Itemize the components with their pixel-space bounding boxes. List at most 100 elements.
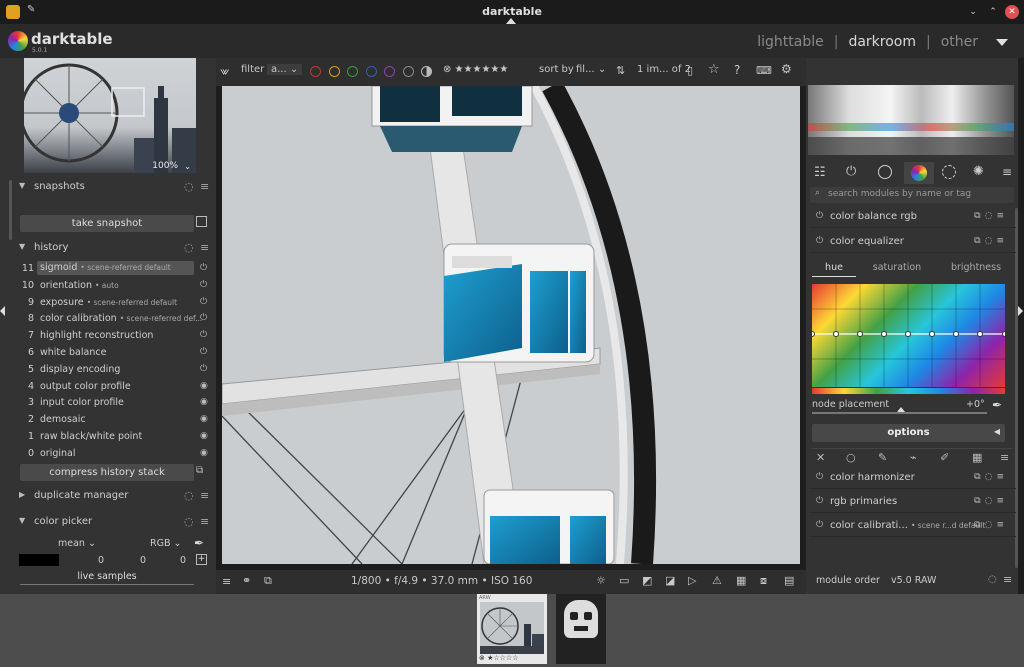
maximize-icon[interactable]: ⌃ [986, 5, 1000, 19]
tab-brightness[interactable]: brightness [940, 262, 1012, 273]
reset-icon[interactable]: ◌ [184, 489, 194, 502]
history-header[interactable]: ▼ history ◌ ≡ [12, 239, 212, 257]
histogram[interactable] [808, 85, 1014, 155]
main-image-canvas[interactable] [222, 86, 800, 564]
history-item[interactable]: 5 display encoding ⏻ [14, 362, 210, 378]
module-header[interactable]: ⏻ color equalizer ⧉◌≡ [810, 231, 1016, 253]
view-dropdown-icon[interactable] [996, 39, 1008, 46]
color-label-filter-icon[interactable] [402, 66, 414, 77]
sort-order-icon[interactable]: ⇅ [616, 64, 625, 77]
zoom-level[interactable]: 100% [152, 161, 178, 171]
tools-close-icon[interactable]: ✕ [816, 451, 825, 464]
right-edge-arrow[interactable] [1018, 306, 1023, 316]
module-header[interactable]: ⏻ color balance rgb ⧉◌≡ [810, 206, 1016, 228]
color-picker-header[interactable]: ▼ color picker ◌ ≡ [12, 513, 212, 531]
module-power-icon[interactable]: ⏻ [816, 211, 823, 221]
clipping-icon[interactable]: ◪ [665, 574, 675, 587]
module-actions-icons[interactable]: ⧉◌≡ [974, 472, 1008, 482]
view-lighttable[interactable]: lighttable [757, 34, 824, 50]
eyedropper-icon[interactable]: ✒ [992, 398, 1002, 412]
quick-access-icon[interactable]: ☷ [814, 165, 826, 180]
tools-menu-icon[interactable]: ≡ [1000, 451, 1009, 464]
module-header[interactable]: ⏻ color calibrati... • scene r...d defaul… [810, 515, 1016, 537]
module-power-icon[interactable]: ⏻ [816, 236, 823, 246]
zoom-dropdown-icon[interactable]: ⌄ [184, 162, 191, 171]
filter-icon[interactable]: ⩖ [220, 64, 229, 79]
reset-icon[interactable]: ◌ [184, 180, 194, 193]
history-item[interactable]: 7 highlight reconstruction ⏻ [14, 328, 210, 344]
module-power-icon[interactable]: ⏻ [816, 472, 823, 482]
history-item[interactable]: 1 raw black/white point ◉ [14, 429, 210, 445]
presets-menu-icon[interactable]: ≡ [200, 515, 209, 528]
tab-hue[interactable]: hue [812, 262, 856, 277]
navigation-thumbnail[interactable]: 100% ⌄ [24, 58, 196, 173]
module-actions-icons[interactable]: ⧉◌≡ [974, 520, 1008, 530]
warning-icon[interactable]: ⚠ [712, 574, 722, 587]
base-group-icon[interactable] [878, 165, 892, 179]
path-icon[interactable]: ⌁ [910, 451, 917, 464]
history-item[interactable]: 4 output color profile ◉ [14, 379, 210, 395]
module-actions-icons[interactable]: ⧉◌≡ [974, 236, 1008, 246]
keyboard-icon[interactable]: ⌨ [756, 64, 772, 77]
order-menu-icon[interactable]: ≡ [1003, 573, 1012, 586]
eyedropper-icon[interactable]: ✒ [194, 536, 204, 550]
picker-mode-select[interactable]: mean ⌄ [58, 538, 96, 549]
comment-icon[interactable]: ▤ [784, 574, 794, 587]
collapse-toolbar-icon[interactable]: ▯ [687, 64, 693, 77]
reset-order-icon[interactable]: ◌ [988, 574, 997, 585]
view-other[interactable]: other [941, 34, 978, 50]
star-icon[interactable]: ☆ [708, 62, 720, 77]
module-header[interactable]: ⏻ color harmonizer ⧉◌≡ [810, 467, 1016, 489]
history-item[interactable]: 10 orientation • auto ⏻ [14, 278, 210, 294]
add-sample-icon[interactable]: + [196, 554, 207, 565]
thumb-rating-stars[interactable]: ⊗ ★☆☆☆☆ [479, 654, 518, 662]
create-style-icon[interactable]: ⧉ [196, 465, 203, 476]
hue-curve-graph[interactable] [812, 284, 1005, 387]
presets-icon[interactable]: ⚭ [242, 574, 251, 587]
gamut-check-icon[interactable]: ◩ [642, 574, 652, 587]
mosaic-icon[interactable]: ▦ [972, 451, 982, 464]
presets-menu-icon[interactable]: ≡ [200, 241, 209, 254]
brush-icon[interactable]: ✎ [878, 451, 887, 464]
filmstrip-thumb-active[interactable]: ARW ⊗ ★☆☆☆☆ [477, 594, 547, 664]
quick-access-menu-icon[interactable]: ≡ [222, 575, 231, 588]
second-window-icon[interactable]: ⧇ [760, 574, 767, 588]
history-item[interactable]: 2 demosaic ◉ [14, 412, 210, 428]
color-label-filter-icon[interactable] [347, 66, 358, 77]
styles-icon[interactable]: ⧉ [264, 574, 272, 588]
picker-model-select[interactable]: RGB ⌄ [150, 538, 181, 549]
module-header[interactable]: ⏻ rgb primaries ⧉◌≡ [810, 491, 1016, 513]
history-item[interactable]: 9 exposure • scene-referred default ⏻ [14, 295, 210, 311]
guides-icon[interactable]: ▦ [736, 574, 746, 587]
right-scrollbar[interactable] [1015, 208, 1018, 568]
presets-menu-icon[interactable]: ≡ [200, 180, 209, 193]
active-modules-icon[interactable]: ⏻ [846, 164, 856, 179]
options-button[interactable]: options ◀ [812, 424, 1005, 442]
color-label-filter-icon[interactable] [365, 66, 377, 77]
module-search-input[interactable]: ⌕ search modules by name or tag [810, 187, 1014, 203]
compare-snapshot-icon[interactable] [196, 216, 207, 227]
node-placement-slider[interactable] [812, 407, 987, 414]
left-edge-arrow[interactable] [0, 306, 5, 316]
bulb-icon[interactable]: ☼ [596, 574, 606, 587]
help-icon[interactable]: ? [734, 63, 740, 77]
module-order-value[interactable]: v5.0 RAW [891, 575, 936, 586]
gear-icon[interactable]: ⚙ [781, 62, 792, 76]
duplicate-manager-header[interactable]: ▶ duplicate manager ◌ ≡ [12, 487, 212, 505]
color-label-filter-icon[interactable] [384, 66, 395, 77]
history-item[interactable]: 3 input color profile ◉ [14, 395, 210, 411]
pen-icon[interactable]: ✐ [940, 451, 949, 464]
module-actions-icons[interactable]: ⧉◌≡ [974, 496, 1008, 506]
compress-history-button[interactable]: compress history stack [20, 464, 194, 481]
sort-select[interactable]: fil... ⌄ [576, 64, 606, 75]
circle-mask-icon[interactable]: ○ [846, 451, 856, 464]
module-power-icon[interactable]: ⏻ [816, 496, 823, 506]
reset-icon[interactable]: ◌ [184, 515, 194, 528]
view-darkroom[interactable]: darkroom [848, 34, 916, 50]
rating-filter-icon[interactable]: ⊗ ★★★★★★ [443, 64, 508, 75]
color-label-invert-icon[interactable] [421, 66, 432, 77]
softproof-icon[interactable]: ▭ [619, 574, 629, 587]
groups-menu-icon[interactable]: ≡ [1002, 165, 1012, 179]
effect-group-icon[interactable]: ✺ [973, 164, 984, 179]
tab-saturation[interactable]: saturation [864, 262, 930, 273]
